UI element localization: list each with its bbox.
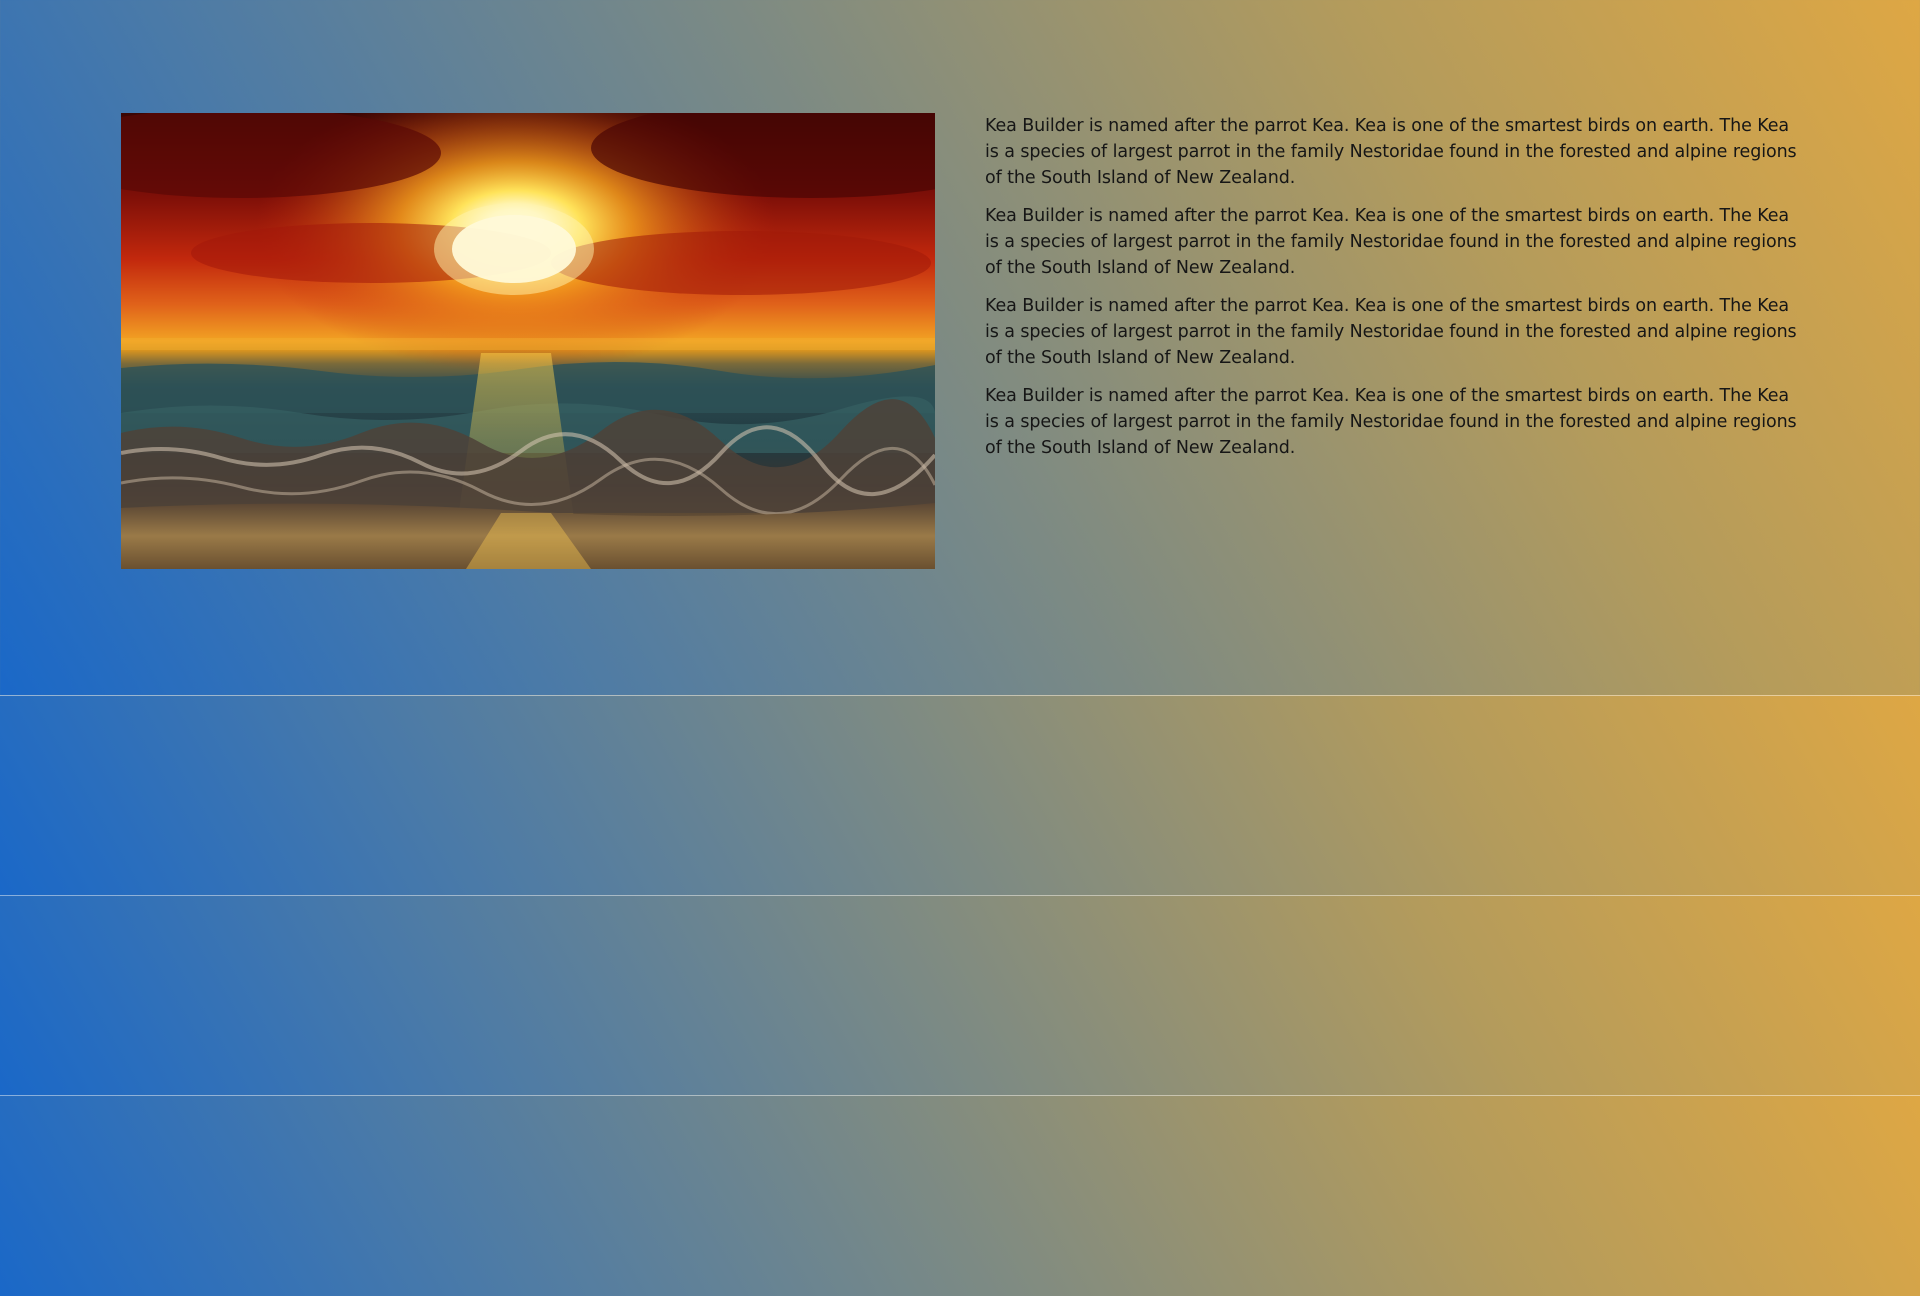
hero-section: Kea Builder is named after the parrot Ke…: [0, 0, 1920, 696]
hero-paragraph: Kea Builder is named after the parrot Ke…: [985, 296, 1797, 368]
hero-paragraph: Kea Builder is named after the parrot Ke…: [985, 116, 1797, 188]
empty-section: [0, 1096, 1920, 1296]
hero-paragraph: Kea Builder is named after the parrot Ke…: [985, 386, 1797, 458]
hero-paragraph: Kea Builder is named after the parrot Ke…: [985, 206, 1797, 278]
hero-text-column: Kea Builder is named after the parrot Ke…: [985, 113, 1800, 473]
sunset-ocean-illustration: [121, 113, 935, 569]
sunset-ocean-image: [121, 113, 935, 569]
empty-section: [0, 696, 1920, 896]
empty-section: [0, 896, 1920, 1096]
